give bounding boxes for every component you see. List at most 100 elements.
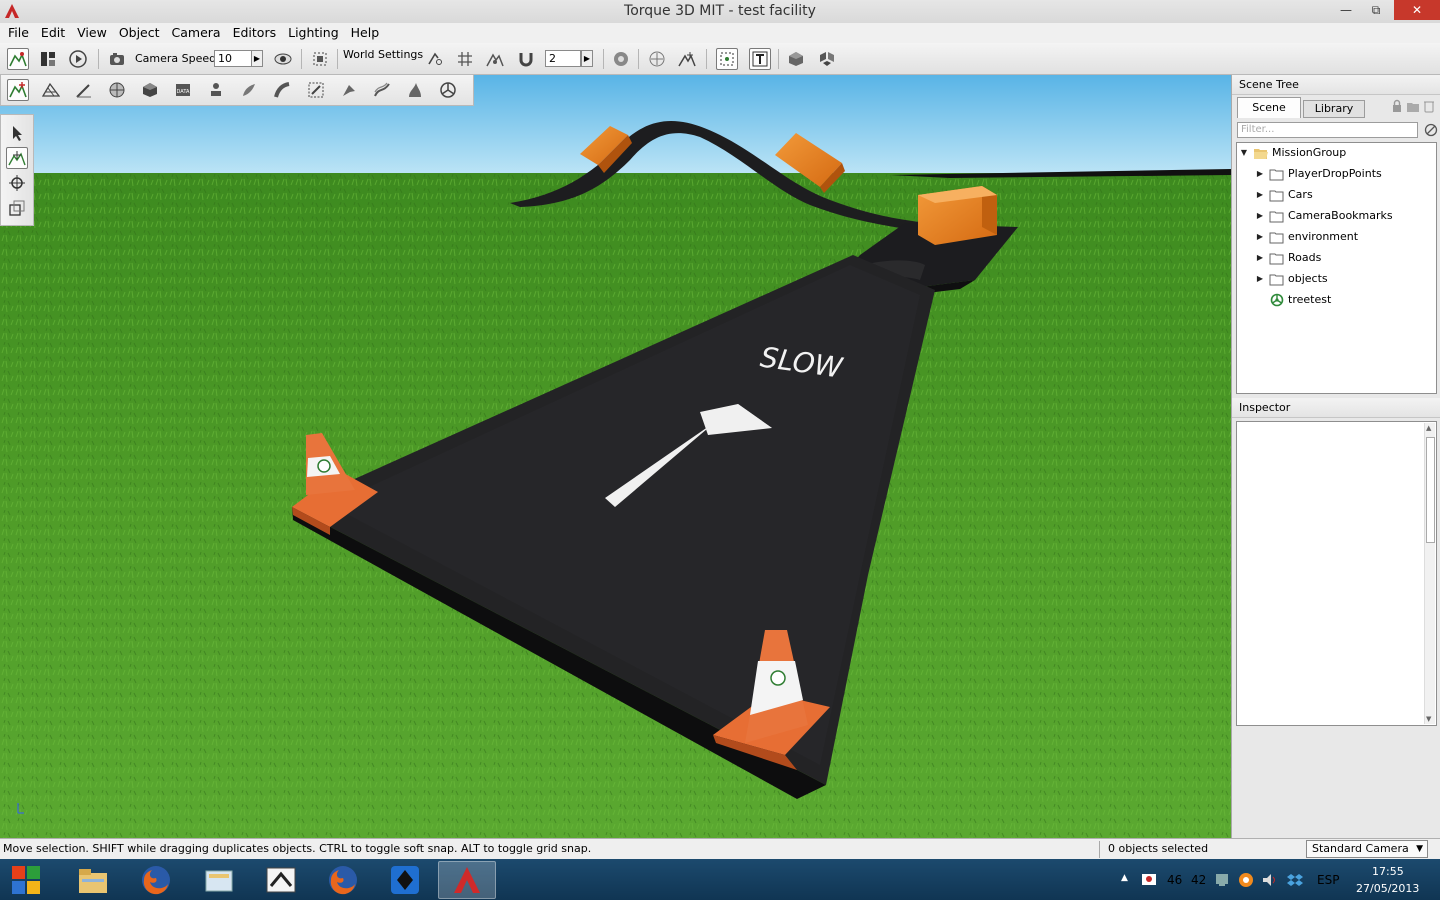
text-labels-icon[interactable] [749,48,771,70]
minimize-button[interactable]: — [1332,0,1360,20]
show-hidden-icons-icon[interactable]: ▲ [1121,873,1128,883]
select-box-icon[interactable] [716,48,738,70]
tree-item-objects[interactable]: ▶ objects [1255,269,1328,289]
rotate-tool-icon[interactable] [6,172,28,194]
shape-editor-icon[interactable] [139,79,161,101]
material-editor-icon[interactable] [106,79,128,101]
prefab-icon[interactable] [785,48,807,70]
datablock-editor-icon[interactable]: DATA [172,79,194,101]
snap-size-stepper-icon[interactable]: ▶ [581,50,593,67]
select-arrow-icon[interactable] [6,122,28,144]
camera-icon[interactable] [106,48,128,70]
menu-lighting[interactable]: Lighting [282,23,345,43]
menu-help[interactable]: Help [345,23,386,43]
terrain-editor-icon[interactable] [40,79,62,101]
taskbar-firefox[interactable] [127,861,185,899]
avast-tray-icon[interactable] [1238,872,1254,888]
taskbar-torque-3d[interactable] [438,861,496,899]
taskbar-firefox-2[interactable] [314,861,372,899]
menu-editors[interactable]: Editors [227,23,283,43]
camera-speed-stepper-icon[interactable]: ▶ [251,50,263,67]
object-bounds-icon[interactable] [610,48,632,70]
taskbar-folder-app[interactable] [190,861,248,899]
folder-icon [1269,169,1284,181]
object-editor-icon[interactable] [7,79,29,101]
close-button[interactable]: ✕ [1394,0,1440,20]
torque-3d-icon [454,867,480,893]
tray-counter-2: 42 [1191,873,1207,887]
grid-snap-icon[interactable] [454,48,476,70]
play-icon[interactable] [67,48,89,70]
tree-item-roads[interactable]: ▶ Roads [1255,248,1321,268]
taskbar-torque-toolbox[interactable] [252,861,310,899]
layout-icon[interactable] [37,48,59,70]
tree-item-missiongroup[interactable]: ▼ MissionGroup [1239,143,1346,163]
river-editor-icon[interactable] [338,79,360,101]
expand-arrow-icon[interactable]: ▶ [1255,227,1265,247]
camera-mode-select[interactable]: Standard Camera ▼ [1306,840,1428,858]
expand-arrow-icon[interactable]: ▶ [1255,185,1265,205]
camera-speed-input[interactable]: 10 [214,50,252,67]
input-language[interactable]: ESP [1317,873,1339,887]
taskbar-steam[interactable] [376,861,434,899]
transform-tool-palette [0,114,34,226]
tab-library[interactable]: Library [1303,100,1365,118]
inspector-scrollbar[interactable]: ▲ ▼ [1424,423,1435,724]
lock-icon[interactable] [1390,99,1404,113]
menu-view[interactable]: View [71,23,113,43]
new-folder-icon[interactable] [1406,99,1420,113]
visibility-eye-icon[interactable] [272,48,294,70]
move-tool-icon[interactable] [6,147,28,169]
forest-editor-icon[interactable] [371,79,393,101]
road-editor-icon[interactable] [271,79,293,101]
flag-tray-icon[interactable] [1141,872,1157,888]
expand-arrow-icon[interactable]: ▶ [1255,164,1265,184]
delete-bin-icon[interactable] [1422,99,1436,113]
particle-editor-icon[interactable] [205,79,227,101]
menu-edit[interactable]: Edit [35,23,71,43]
collapse-arrow-icon[interactable]: ▼ [1239,143,1249,163]
expand-arrow-icon[interactable]: ▶ [1255,206,1265,226]
world-editor-icon[interactable] [7,48,29,70]
clock-time[interactable]: 17:55 [1372,865,1404,878]
start-button[interactable] [2,861,50,899]
magnet-snap-icon[interactable] [515,48,537,70]
expand-arrow-icon[interactable]: ▶ [1255,269,1265,289]
unpack-prefab-icon[interactable] [816,48,838,70]
taskbar-file-explorer[interactable] [64,861,122,899]
dropbox-tray-icon[interactable] [1287,872,1303,888]
navmesh-editor-icon[interactable] [404,79,426,101]
terrain-snap-icon[interactable] [484,48,506,70]
scene-filter-input[interactable]: Filter... [1237,122,1418,138]
menu-file[interactable]: File [2,23,35,43]
tree-item-environment[interactable]: ▶ environment [1255,227,1358,247]
volume-icon[interactable] [1261,872,1277,888]
scale-tool-icon[interactable] [6,197,28,219]
scrollbar-thumb[interactable] [1426,437,1435,543]
tab-scene[interactable]: Scene [1237,97,1301,118]
snap-settings-icon[interactable] [424,48,446,70]
fit-view-icon[interactable] [309,48,331,70]
clear-filter-icon[interactable] [1424,123,1438,137]
menu-camera[interactable]: Camera [166,23,227,43]
tree-item-camerabookmarks[interactable]: ▶ CameraBookmarks [1255,206,1393,226]
3d-viewport[interactable]: SLOW [0,75,1231,838]
mesh-road-editor-icon[interactable] [305,79,327,101]
decal-editor-icon[interactable] [238,79,260,101]
scroll-up-icon[interactable]: ▲ [1426,424,1431,432]
tree-item-treetest[interactable]: treetest [1255,290,1331,310]
restore-button[interactable]: ⧉ [1362,0,1390,20]
convex-editor-icon[interactable] [437,79,459,101]
scroll-down-icon[interactable]: ▼ [1426,715,1431,723]
snap-size-input[interactable]: 2 [545,50,581,67]
terrain-painter-icon[interactable] [73,79,95,101]
world-transform-icon[interactable] [676,48,698,70]
tree-item-cars[interactable]: ▶ Cars [1255,185,1313,205]
clock-date[interactable]: 27/05/2013 [1356,882,1419,895]
object-center-icon[interactable] [646,48,668,70]
tree-item-playerdroppoints[interactable]: ▶ PlayerDropPoints [1255,164,1382,184]
menu-object[interactable]: Object [113,23,166,43]
network-tray-icon[interactable] [1214,872,1230,888]
world-settings-label[interactable]: World Settings [343,48,423,61]
expand-arrow-icon[interactable]: ▶ [1255,248,1265,268]
